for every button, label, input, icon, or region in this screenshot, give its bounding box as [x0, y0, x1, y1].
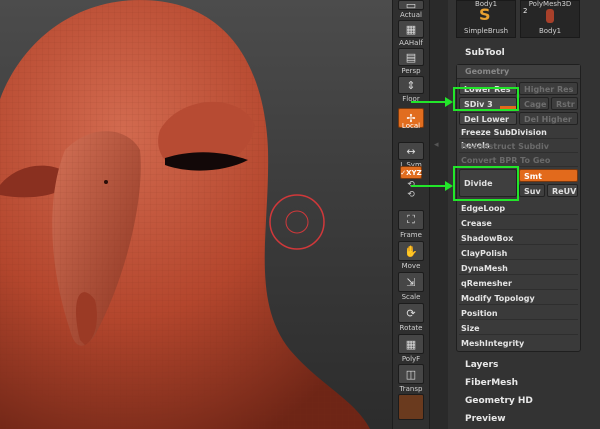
floor-button[interactable]: ⇕ Floor: [397, 76, 425, 103]
sculpt-model: [0, 0, 370, 429]
right-shelf: ▭ Actual ▦ AAHalf ▤ Persp ⇕ Floor ✢ Loca…: [392, 0, 430, 429]
transp-icon: ◫: [398, 364, 424, 384]
rotate-icon: ⟳: [398, 303, 424, 323]
preview-section[interactable]: Preview: [465, 414, 506, 424]
edgeloop-item[interactable]: EdgeLoop: [459, 202, 578, 215]
lsym-button[interactable]: ↔ L.Sym: [397, 142, 425, 169]
scale-button[interactable]: ⇲ Scale: [397, 272, 425, 301]
crease-item[interactable]: Crease: [459, 217, 578, 230]
rotate-button[interactable]: ⟳ Rotate: [397, 303, 425, 332]
xyz-button[interactable]: ✓XYZ: [397, 166, 425, 179]
sdiv-highlight: [453, 87, 519, 111]
rotate-y-icon: ⟲: [407, 190, 415, 200]
geometry-hd-section[interactable]: Geometry HD: [465, 396, 533, 406]
rotate-axis-icons[interactable]: ⟲ ⟲: [397, 180, 425, 200]
freeze-subdiv-button[interactable]: Freeze SubDivision Levels: [459, 126, 578, 150]
higher-res-button[interactable]: Higher Res: [519, 82, 578, 95]
claypolish-item[interactable]: ClayPolish: [459, 247, 578, 260]
divide-highlight: [453, 166, 519, 201]
floor-icon: ⇕: [398, 76, 424, 94]
body1-thumb[interactable]: PolyMesh3D 2 Body1: [520, 0, 580, 38]
frame-button[interactable]: ⛶ Frame: [397, 210, 425, 239]
palette-collapse-strip[interactable]: ◂: [430, 0, 448, 429]
reconstruct-subdiv-button[interactable]: Reconstruct Subdiv: [459, 140, 578, 153]
actual-button[interactable]: ▭ Actual: [397, 0, 425, 19]
cage-button[interactable]: Cage: [519, 97, 549, 110]
rstr-button[interactable]: Rstr: [551, 97, 578, 110]
ghost-button[interactable]: [397, 394, 425, 420]
simplebrush-icon: S: [479, 5, 491, 24]
canvas-viewport[interactable]: [0, 0, 392, 429]
tool-thumbnails: Body1 S SimpleBrush PolyMesh3D 2 Body1: [456, 0, 584, 40]
size-item[interactable]: Size: [459, 322, 578, 335]
dynamesh-item[interactable]: DynaMesh: [459, 262, 578, 275]
polyf-button[interactable]: ▦ PolyF: [397, 334, 425, 363]
shadowbox-item[interactable]: ShadowBox: [459, 232, 578, 245]
tool-palette: Body1 S SimpleBrush PolyMesh3D 2 Body1 S…: [448, 0, 600, 429]
ghost-icon: [398, 394, 424, 420]
suv-toggle[interactable]: Suv: [519, 184, 545, 197]
fibermesh-section[interactable]: FiberMesh: [465, 378, 518, 388]
position-item[interactable]: Position: [459, 307, 578, 320]
aahalf-icon: ▦: [398, 20, 424, 38]
qremesher-item[interactable]: qRemesher: [459, 277, 578, 290]
scale-icon: ⇲: [398, 272, 424, 292]
del-lower-button[interactable]: Del Lower: [459, 112, 517, 125]
move-button[interactable]: ✋ Move: [397, 241, 425, 270]
move-icon: ✋: [398, 241, 424, 261]
body1-icon: [546, 9, 554, 23]
layers-section[interactable]: Layers: [465, 360, 498, 370]
polyf-icon: ▦: [398, 334, 424, 354]
smt-toggle[interactable]: Smt: [519, 169, 578, 182]
actual-icon: ▭: [398, 0, 424, 12]
persp-icon: ▤: [398, 48, 424, 66]
persp-button[interactable]: ▤ Persp: [397, 48, 425, 75]
frame-icon: ⛶: [398, 210, 424, 230]
meshintegrity-item[interactable]: MeshIntegrity: [459, 337, 578, 350]
local-button[interactable]: ✢ Local: [397, 108, 425, 130]
reuv-button[interactable]: ReUV: [547, 184, 578, 197]
geometry-title[interactable]: Geometry: [457, 65, 580, 79]
subtool-title[interactable]: SubTool: [465, 48, 505, 58]
del-higher-button[interactable]: Del Higher: [519, 112, 578, 125]
collapse-arrow-icon: ◂: [434, 140, 439, 150]
lsym-icon: ↔: [398, 142, 424, 160]
simplebrush-thumb[interactable]: Body1 S SimpleBrush: [456, 0, 516, 38]
xyz-icon: ✓XYZ: [400, 166, 422, 179]
modify-topology-item[interactable]: Modify Topology: [459, 292, 578, 305]
rotate-x-icon: ⟲: [407, 180, 415, 190]
transp-button[interactable]: ◫ Transp: [397, 364, 425, 393]
aahalf-button[interactable]: ▦ AAHalf: [397, 20, 425, 47]
